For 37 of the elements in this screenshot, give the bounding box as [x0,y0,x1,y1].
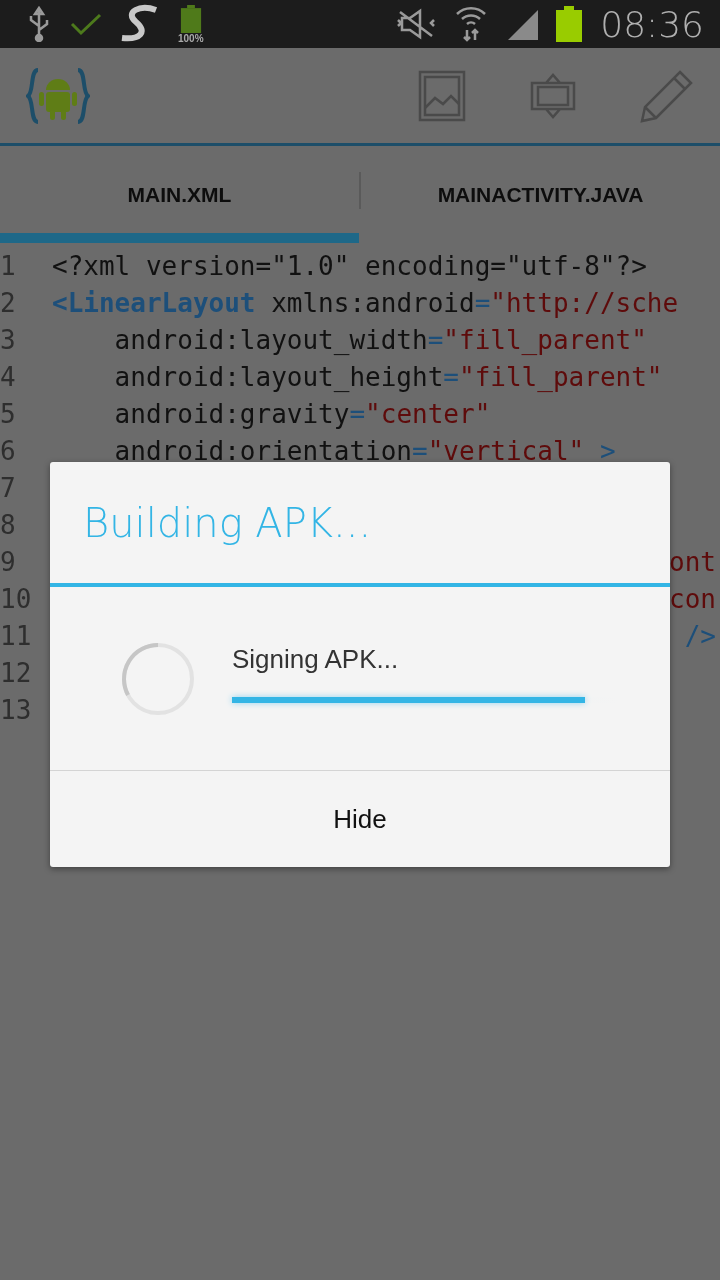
hide-button[interactable]: Hide [50,771,670,867]
code-line: <?xml version="1.0" encoding="utf-8"?> [52,250,648,281]
s-logo-icon [120,4,160,44]
code-line: ont [668,546,717,577]
tab[interactable]: MAINACTIVITY.JAVA [361,146,720,243]
signal-icon [506,8,539,40]
code-line: <LinearLayout xmlns:android="http://sche [52,287,680,318]
clock: 08:36 [600,3,704,45]
line-number: 12 [0,657,32,688]
code-line: android:layout_width="fill_parent" [113,324,648,355]
code-line: android:layout_height="fill_parent" [113,361,664,392]
line-number: 1 [0,250,16,281]
line-number: 11 [0,620,32,651]
dialog-title: Building APK... [50,462,670,587]
line-number: 13 [0,694,32,725]
line-number: 10 [0,583,32,614]
pencil-icon[interactable] [640,68,694,123]
line-number: 3 [0,324,16,355]
tab[interactable]: MAIN.XML [0,146,359,243]
check-icon [70,12,102,36]
battery-icon [556,6,583,42]
swap-icon[interactable] [530,72,576,119]
line-number: 4 [0,361,16,392]
mute-icon [396,8,437,40]
code-line: android:gravity="center" [113,398,492,429]
battery-percent: 100% [178,33,204,44]
line-number: 8 [0,509,16,540]
line-number: 5 [0,398,16,429]
code-line: con [668,583,717,614]
spinner-icon [120,640,196,717]
code-line: /> [683,620,717,651]
dialog-message: Signing APK... [232,644,400,675]
line-number: 6 [0,435,16,466]
image-icon[interactable] [418,69,466,122]
line-number: 9 [0,546,16,577]
line-number: 2 [0,287,16,318]
line-number: 7 [0,472,16,503]
